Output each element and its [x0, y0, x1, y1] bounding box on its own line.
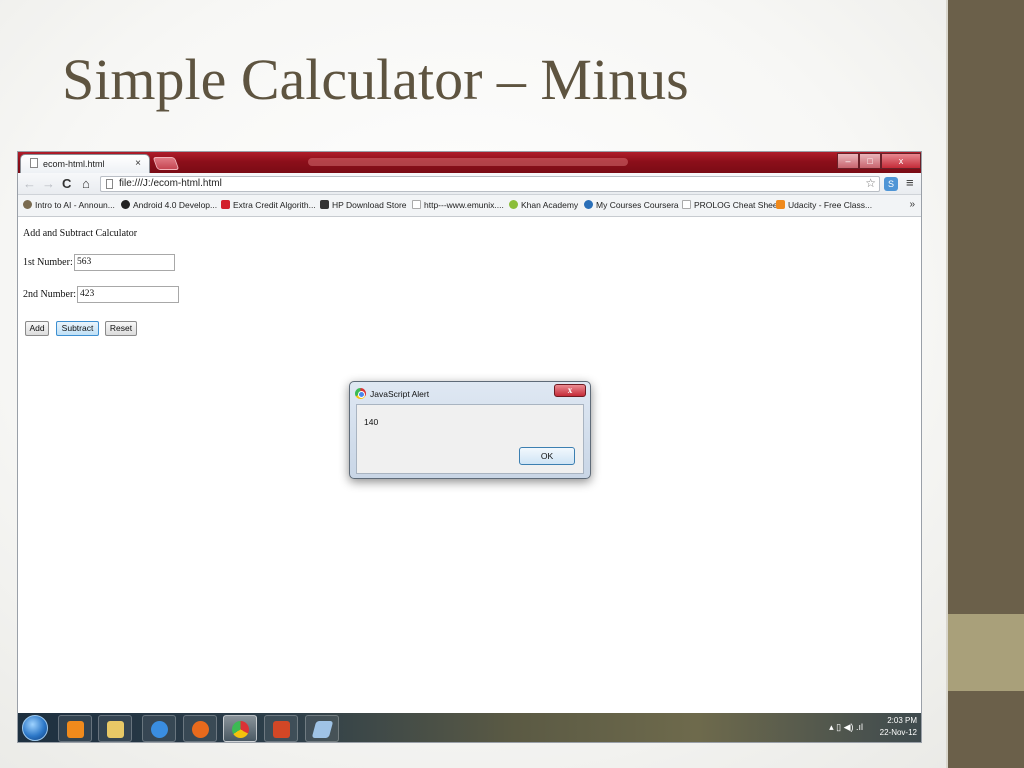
bookmark-item[interactable]: Extra Credit Algorith... [221, 200, 316, 210]
menu-icon[interactable]: ≡ [906, 175, 914, 190]
taskbar-app[interactable] [305, 715, 339, 742]
clock-time: 2:03 PM [887, 716, 917, 725]
alert-title: JavaScript Alert [370, 389, 430, 399]
browser-toolbar: ← → C ⌂ file:///J:/ecom-html.html ☆ S ≡ [18, 173, 921, 195]
browser-screenshot: ecom-html.html × – □ x ← → C ⌂ file:///J… [17, 151, 922, 743]
bookmark-icon [23, 200, 32, 209]
window-close-button[interactable]: x [881, 153, 921, 169]
bookmark-item[interactable]: Intro to AI - Announ... [23, 200, 115, 210]
back-icon[interactable]: ← [23, 176, 36, 191]
bookmark-icon [221, 200, 230, 209]
taskbar-media-player[interactable] [58, 715, 92, 742]
bookmark-icon [412, 200, 421, 209]
alert-body: 140 OK [356, 404, 584, 474]
tab-title: ecom-html.html [43, 159, 105, 169]
address-url: file:///J:/ecom-html.html [119, 178, 222, 189]
calculator-heading: Add and Subtract Calculator [23, 228, 138, 239]
javascript-alert-dialog: JavaScript Alert x 140 OK [349, 381, 591, 479]
bookmark-item[interactable]: My Courses Coursera [584, 200, 679, 210]
slide-title: Simple Calculator – Minus [62, 47, 689, 112]
chrome-icon [232, 721, 249, 738]
clock-date: 22-Nov-12 [879, 728, 917, 737]
new-tab-button[interactable] [152, 157, 180, 170]
bookmark-item[interactable]: HP Download Store [320, 200, 407, 210]
window-controls: – □ x [837, 153, 921, 169]
page-content: Add and Subtract Calculator 1st Number: … [18, 218, 921, 713]
second-number-label: 2nd Number: [23, 289, 77, 300]
taskbar-explorer[interactable] [98, 715, 132, 742]
alert-message: 140 [364, 417, 379, 427]
first-number-input[interactable]: 563 [74, 254, 175, 271]
window-title-blur [308, 158, 628, 166]
bookmark-icon [584, 200, 593, 209]
home-icon[interactable]: ⌂ [82, 176, 90, 191]
taskbar-internet-explorer[interactable] [142, 715, 176, 742]
bookmark-item[interactable]: Udacity - Free Class... [776, 200, 872, 210]
first-number-label: 1st Number: [23, 257, 73, 268]
minimize-button[interactable]: – [837, 153, 859, 169]
alert-close-button[interactable]: x [554, 384, 586, 397]
maximize-button[interactable]: □ [859, 153, 881, 169]
bookmarks-more-icon[interactable]: » [909, 199, 915, 210]
bookmark-icon [320, 200, 329, 209]
chrome-icon [355, 388, 366, 399]
powerpoint-icon [273, 721, 290, 738]
forward-icon[interactable]: → [42, 176, 55, 191]
bookmark-item[interactable]: Khan Academy [509, 200, 578, 210]
start-button[interactable] [22, 715, 48, 741]
address-bar[interactable]: file:///J:/ecom-html.html ☆ [100, 176, 880, 192]
add-button[interactable]: Add [25, 321, 49, 336]
media-player-icon [67, 721, 84, 738]
bookmark-item[interactable]: Android 4.0 Develop... [121, 200, 217, 210]
firefox-icon [192, 721, 209, 738]
taskbar-powerpoint[interactable] [264, 715, 298, 742]
reset-button[interactable]: Reset [105, 321, 137, 336]
bookmarks-bar: Intro to AI - Announ... Android 4.0 Deve… [18, 195, 921, 217]
system-tray-icons[interactable]: ▴ ▯ ◀) .ıl [829, 722, 863, 733]
browser-tab[interactable]: ecom-html.html × [20, 154, 150, 173]
alert-ok-button[interactable]: OK [519, 447, 575, 465]
tab-close-icon[interactable]: × [135, 158, 141, 169]
bookmark-star-icon[interactable]: ☆ [865, 176, 876, 190]
bookmark-icon [121, 200, 130, 209]
bookmark-item[interactable]: http---www.emunix.... [412, 200, 504, 210]
system-clock[interactable]: 2:03 PM 22-Nov-12 [880, 715, 917, 739]
second-number-input[interactable]: 423 [77, 286, 179, 303]
bookmark-icon [682, 200, 691, 209]
folder-icon [107, 721, 124, 738]
extension-icon[interactable]: S [884, 177, 898, 191]
reload-icon[interactable]: C [62, 176, 71, 191]
windows-taskbar: ▴ ▯ ◀) .ıl 2:03 PM 22-Nov-12 [18, 713, 921, 742]
subtract-button[interactable]: Subtract [56, 321, 99, 336]
taskbar-chrome[interactable] [223, 715, 257, 742]
notepad-icon [311, 721, 334, 738]
bookmark-item[interactable]: PROLOG Cheat Sheet [682, 200, 780, 210]
bookmark-icon [509, 200, 518, 209]
bookmark-icon [776, 200, 785, 209]
slide-side-accent [948, 614, 1024, 691]
browser-titlebar: ecom-html.html × – □ x [18, 152, 921, 173]
page-icon [106, 179, 113, 189]
internet-explorer-icon [151, 721, 168, 738]
page-icon [30, 158, 38, 168]
taskbar-firefox[interactable] [183, 715, 217, 742]
